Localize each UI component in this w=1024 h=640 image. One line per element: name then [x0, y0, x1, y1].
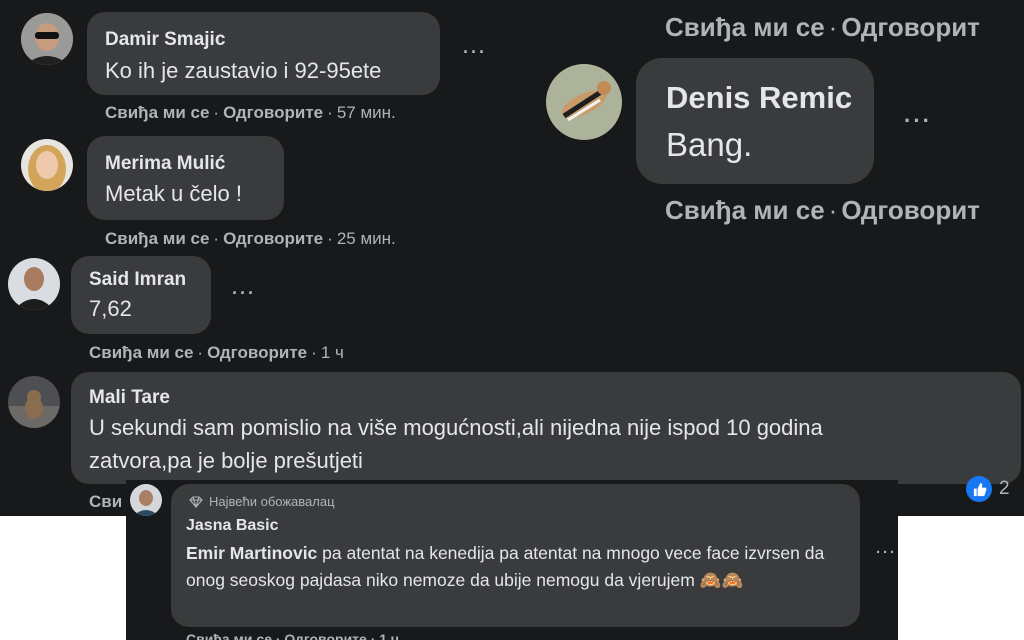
- like-button[interactable]: Свиђа ми се: [89, 343, 193, 362]
- comment-bubble: Merima Mulić Metak u čelo !: [87, 136, 284, 220]
- reply-button[interactable]: Одговорите: [223, 229, 323, 248]
- avatar[interactable]: [130, 484, 162, 516]
- like-button[interactable]: Свиђа ми се: [105, 229, 209, 248]
- avatar[interactable]: [8, 258, 60, 310]
- avatar[interactable]: [21, 139, 73, 191]
- reaction-count-number: 2: [999, 478, 1010, 499]
- like-reaction-icon: [966, 476, 992, 502]
- comment-text-line-2: zatvora,pa je bolje prešutjeti: [89, 448, 363, 473]
- avatar[interactable]: [21, 13, 73, 65]
- reply-button[interactable]: Одговорите: [223, 103, 323, 122]
- comment-text: Ko ih je zaustavio i 92-95ete: [105, 58, 382, 83]
- diamond-icon: [189, 495, 203, 508]
- reaction-count[interactable]: 2: [966, 476, 1010, 502]
- reply-button[interactable]: Одговорит: [841, 195, 980, 225]
- comment-actions: Свиђа ми се · Одговорите · 25 мин.: [105, 229, 396, 248]
- comment-bubble: Said Imran 7,62: [71, 256, 211, 334]
- more-options-icon[interactable]: ···: [904, 108, 932, 134]
- comment-bubble: Mali Tare U sekundi sam pomislio na više…: [71, 372, 1021, 484]
- like-button[interactable]: Сви: [89, 492, 122, 512]
- top-fan-badge: Највећи обожавалац: [189, 494, 335, 509]
- comment-bubble: Damir Smajic Ko ih je zaustavio i 92-95e…: [87, 12, 440, 95]
- comment-text: Emir Martinovic pa atentat na kenedija p…: [186, 543, 825, 590]
- comment-text: Bang.: [666, 126, 753, 163]
- comment-text: Metak u čelo !: [105, 181, 242, 206]
- like-button[interactable]: Свиђа ми се: [665, 195, 825, 225]
- embedded-comment-panel: Највећи обожавалац Jasna Basic Emir Mart…: [126, 480, 898, 640]
- comment-author[interactable]: Mali Tare: [89, 387, 170, 409]
- comment-actions: Свиђа ми се · Одговорит: [665, 195, 980, 225]
- badge-label: Највећи обожавалац: [209, 494, 335, 509]
- timestamp[interactable]: 25 мин.: [337, 229, 396, 248]
- comment-author[interactable]: Denis Remic: [666, 80, 852, 116]
- comment-bubble: Највећи обожавалац Jasna Basic Emir Mart…: [171, 484, 860, 627]
- comment-text-line-1: U sekundi sam pomislio na više mogućnost…: [89, 415, 823, 440]
- reply-button[interactable]: Одговорит: [841, 12, 980, 42]
- avatar[interactable]: [8, 376, 60, 428]
- comment-author[interactable]: Said Imran: [89, 269, 186, 291]
- more-options-icon[interactable]: ···: [876, 544, 897, 561]
- like-button[interactable]: Свиђа ми се: [105, 103, 209, 122]
- more-options-icon[interactable]: ···: [463, 42, 487, 63]
- comment-bubble: Denis Remic Bang.: [636, 58, 874, 184]
- mention-link[interactable]: Emir Martinovic: [186, 543, 317, 563]
- like-button[interactable]: Свиђа ми се: [665, 12, 825, 42]
- comment-actions: Свиђа ми се · Одговорите · 1 ч: [89, 343, 344, 362]
- comment-actions: Свиђа ми се · Одговорит: [665, 12, 980, 42]
- comment-author[interactable]: Merima Mulić: [105, 153, 225, 175]
- avatar[interactable]: [546, 64, 622, 140]
- comment-actions: Свиђа ми се · Одговорите · 1 ч: [186, 631, 400, 640]
- timestamp[interactable]: 57 мин.: [337, 103, 396, 122]
- comment-text: 7,62: [89, 296, 132, 321]
- comment-author[interactable]: Damir Smajic: [105, 29, 225, 51]
- comment-actions: Свиђа ми се · Одговорите · 57 мин.: [105, 103, 396, 122]
- reply-button[interactable]: Одговорите: [207, 343, 307, 362]
- timestamp[interactable]: 1 ч: [321, 343, 344, 362]
- comment-author[interactable]: Jasna Basic: [186, 517, 279, 535]
- comments-panel: Damir Smajic Ko ih je zaustavio i 92-95e…: [0, 0, 1024, 516]
- more-options-icon[interactable]: ···: [232, 283, 256, 304]
